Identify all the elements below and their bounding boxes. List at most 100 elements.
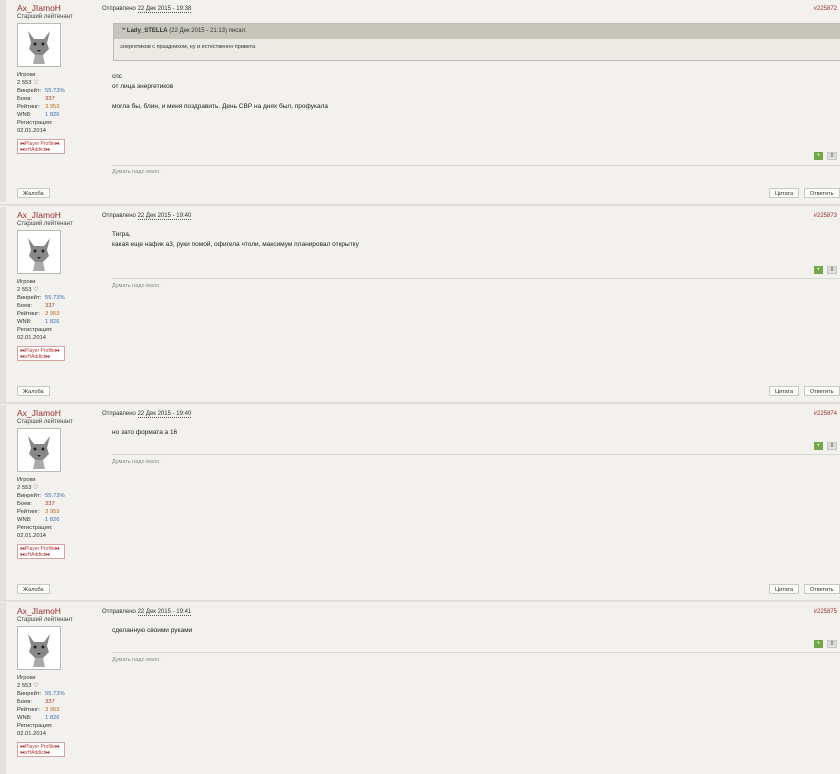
wn8-value: 1 826 (45, 112, 60, 118)
reg-label: Регистрация: (17, 327, 53, 333)
post-separator (0, 402, 840, 404)
winrate-value: 55.73% (45, 295, 65, 301)
post-date-link[interactable]: 22 Дек 2015 - 19:40 (137, 411, 192, 418)
post-number-link[interactable]: #225873 (814, 213, 837, 219)
post-number-link[interactable]: #225874 (814, 411, 837, 417)
author-group: Игроки (17, 477, 36, 483)
avatar-fox-image (19, 25, 59, 65)
forum-post: Ax_JIamoH Старший лейтенант Игроки 2 553… (0, 405, 840, 600)
reply-button[interactable]: Ответить (804, 386, 840, 396)
reg-label: Регистрация: (17, 525, 53, 531)
post-date: Отправлено 22 Дек 2015 - 19:40 (102, 411, 192, 418)
reply-button[interactable]: Ответить (804, 188, 840, 198)
vote-count: 0 (827, 266, 837, 274)
report-button[interactable]: Жалоба (17, 188, 50, 198)
heart-icon: ♡ (33, 80, 39, 86)
author-stats: Игроки 2 553 ♡ Винрейт: 55.73% Боев: 337 Р… (17, 71, 97, 135)
author-posts-count: 2 553 ♡ (17, 80, 39, 86)
wn8-value: 1 826 (45, 319, 60, 325)
quote-button[interactable]: Цитата (769, 188, 800, 198)
plus-icon[interactable]: + (814, 442, 823, 450)
author-panel: Ax_JIamoH Старший лейтенант Игроки 2 553… (17, 3, 97, 154)
author-name-link[interactable]: Ax_JIamoH (17, 3, 97, 13)
plus-icon[interactable]: + (814, 152, 823, 160)
reg-date: 02.01.2014 (17, 533, 47, 539)
author-stats: Игроки 2 553 ♡ Винрейт: 55.73% Боев: 337 Р… (17, 278, 97, 342)
post-date-link[interactable]: 22 Дек 2015 - 19:40 (137, 213, 192, 220)
signature-divider (112, 278, 840, 279)
signature: Думать надо мало. (112, 459, 161, 465)
author-group: Игроки (17, 72, 36, 78)
post-date-link[interactable]: 22 Дек 2015 - 19:41 (137, 609, 192, 616)
post-separator (0, 204, 840, 206)
post-number-link[interactable]: #225872 (814, 6, 837, 12)
battles-value: 337 (45, 96, 55, 102)
vote-count: 0 (827, 442, 837, 450)
author-stats: Игроки 2 553 ♡ Винрейт: 55.73% Боев: 337 Р… (17, 476, 97, 540)
avatar[interactable] (17, 23, 61, 67)
quote-icon: ❝ (122, 28, 126, 34)
post-body: сделанную своими руками (112, 627, 193, 634)
winrate-value: 55.73% (45, 691, 65, 697)
author-group: Игроки (17, 675, 36, 681)
heart-icon: ♡ (33, 683, 39, 689)
player-profile-badge[interactable]: ⧓Player Profile⧓ ⧓xHAddict⧓ (17, 742, 65, 757)
rating-value: 3 953 (45, 707, 60, 713)
report-button[interactable]: Жалоба (17, 386, 50, 396)
report-button[interactable]: Жалоба (17, 584, 50, 594)
post-body: Тигра, какая еще нафик а3, руки помой, о… (112, 231, 359, 248)
post-date: Отправлено 22 Дек 2015 - 19:40 (102, 213, 192, 220)
vote-controls: + 0 (814, 442, 837, 450)
quote-button[interactable]: Цитата (769, 386, 800, 396)
signature: Думать надо мало. (112, 657, 161, 663)
avatar[interactable] (17, 428, 61, 472)
heart-icon: ♡ (33, 287, 39, 293)
battles-value: 337 (45, 699, 55, 705)
player-profile-badge[interactable]: ⧓Player Profile⧓ ⧓xHAddict⧓ (17, 346, 65, 361)
winrate-value: 55.73% (45, 493, 65, 499)
post-body: но зато формата а 16 (112, 429, 178, 436)
avatar[interactable] (17, 626, 61, 670)
author-rank: Старший лейтенант (17, 419, 73, 425)
quote-button[interactable]: Цитата (769, 584, 800, 594)
forum-post: Ax_JIamoH Старший лейтенант Игроки 2 553… (0, 603, 840, 774)
author-name-link[interactable]: Ax_JIamoH (17, 210, 97, 220)
player-profile-badge[interactable]: ⧓Player Profile⧓ ⧓xHAddict⧓ (17, 139, 65, 154)
avatar[interactable] (17, 230, 61, 274)
avatar-fox-image (19, 232, 59, 272)
post-separator (0, 600, 840, 602)
author-rank: Старший лейтенант (17, 221, 73, 227)
vote-count: 0 (827, 152, 837, 160)
signature-divider (112, 652, 840, 653)
player-profile-badge[interactable]: ⧓Player Profile⧓ ⧓xHAddict⧓ (17, 544, 65, 559)
post-number-link[interactable]: #225875 (814, 609, 837, 615)
wn8-value: 1 826 (45, 517, 60, 523)
author-name-link[interactable]: Ax_JIamoH (17, 606, 97, 616)
rating-value: 3 953 (45, 509, 60, 515)
reg-date: 02.01.2014 (17, 731, 47, 737)
plus-icon[interactable]: + (814, 266, 823, 274)
author-panel: Ax_JIamoH Старший лейтенант Игроки 2 553… (17, 210, 97, 361)
post-date: Отправлено 22 Дек 2015 - 19:38 (102, 6, 192, 13)
quote-block: ❝ Lady_STELLA (22 Дек 2015 - 21:13) писа… (113, 23, 840, 61)
vote-count: 0 (827, 640, 837, 648)
vote-controls: + 0 (814, 640, 837, 648)
author-posts-count: 2 553 ♡ (17, 485, 39, 491)
wn8-value: 1 826 (45, 715, 60, 721)
plus-icon[interactable]: + (814, 640, 823, 648)
post-date-link[interactable]: 22 Дек 2015 - 19:38 (137, 6, 192, 13)
author-stats: Игроки 2 553 ♡ Винрейт: 55.73% Боев: 337 Р… (17, 674, 97, 738)
battles-value: 337 (45, 303, 55, 309)
signature-divider (112, 454, 840, 455)
reply-button[interactable]: Ответить (804, 584, 840, 594)
author-panel: Ax_JIamoH Старший лейтенант Игроки 2 553… (17, 606, 97, 757)
rating-value: 3 953 (45, 311, 60, 317)
post-date: Отправлено 22 Дек 2015 - 19:41 (102, 609, 192, 616)
forum-post: Ax_JIamoH Старший лейтенант Игроки 2 553… (0, 0, 840, 202)
quote-header: ❝ Lady_STELLA (22 Дек 2015 - 21:13) писа… (114, 24, 840, 39)
winrate-value: 55.73% (45, 88, 65, 94)
heart-icon: ♡ (33, 485, 39, 491)
reg-date: 02.01.2014 (17, 335, 47, 341)
vote-controls: + 0 (814, 152, 837, 160)
author-name-link[interactable]: Ax_JIamoH (17, 408, 97, 418)
